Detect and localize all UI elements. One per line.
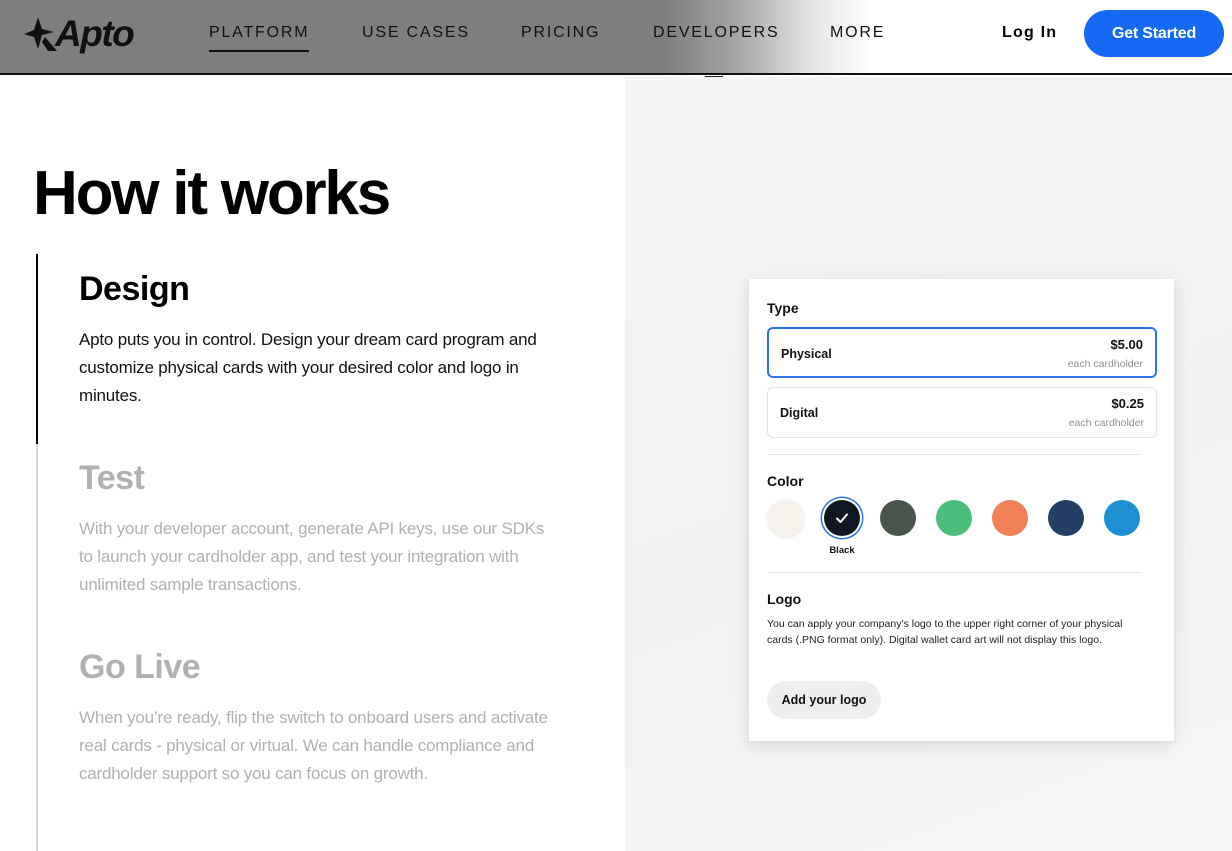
nav-pricing[interactable]: PRICING bbox=[521, 24, 600, 42]
color-swatch-coral[interactable] bbox=[992, 500, 1028, 536]
nav-developers[interactable]: DEVELOPERS bbox=[653, 24, 779, 42]
login-link[interactable]: Log In bbox=[1002, 24, 1057, 42]
color-swatch-dark-green[interactable] bbox=[880, 500, 916, 536]
apto-logo[interactable]: Apto bbox=[24, 12, 135, 56]
type-option-digital[interactable]: Digital $0.25 each cardholder bbox=[767, 387, 1157, 438]
checkmark-icon bbox=[836, 513, 848, 523]
section-divider bbox=[767, 454, 1141, 455]
selected-color-name: Black bbox=[829, 545, 855, 556]
color-swatch-navy[interactable] bbox=[1048, 500, 1084, 536]
type-option-physical[interactable]: Physical $5.00 each cardholder bbox=[767, 327, 1157, 378]
nav-more[interactable]: MORE bbox=[830, 24, 885, 42]
step-test-title[interactable]: Test bbox=[79, 459, 145, 498]
top-nav-bar: Apto PLATFORM USE CASES PRICING DEVELOPE… bbox=[0, 0, 1232, 75]
apto-logo-text: Apto bbox=[55, 13, 135, 54]
step-test-body: With your developer account, generate AP… bbox=[79, 519, 545, 594]
step-go-live-body: When you’re ready, flip the switch to on… bbox=[79, 708, 548, 783]
color-swatch-blue[interactable] bbox=[1104, 500, 1140, 536]
nav-platform[interactable]: PLATFORM bbox=[209, 24, 310, 52]
steps-rail-active-indicator bbox=[36, 254, 38, 444]
logo-description: You can apply your company’s logo to the… bbox=[767, 618, 1123, 646]
option-unit: each cardholder bbox=[1067, 358, 1143, 370]
color-swatch-green[interactable] bbox=[936, 500, 972, 536]
option-price: $0.25 bbox=[1111, 396, 1144, 411]
apto-logo-icon bbox=[24, 17, 57, 51]
card-config-preview: Type Physical $5.00 each cardholder Digi… bbox=[749, 279, 1174, 741]
type-label: Type bbox=[767, 300, 799, 316]
color-label: Color bbox=[767, 473, 804, 489]
section-heading: How it works bbox=[33, 159, 391, 228]
step-go-live-title[interactable]: Go Live bbox=[79, 648, 201, 687]
step-design-title[interactable]: Design bbox=[79, 270, 190, 309]
option-name: Digital bbox=[780, 406, 819, 420]
color-swatch-cream[interactable] bbox=[768, 500, 804, 536]
option-unit: each cardholder bbox=[1068, 417, 1144, 429]
option-name: Physical bbox=[781, 347, 832, 361]
nav-use-cases[interactable]: USE CASES bbox=[362, 24, 470, 42]
color-swatch-black[interactable] bbox=[824, 500, 860, 536]
logo-label: Logo bbox=[767, 591, 802, 607]
get-started-button[interactable]: Get Started bbox=[1084, 10, 1224, 57]
add-logo-button[interactable]: Add your logo bbox=[767, 681, 881, 719]
option-price: $5.00 bbox=[1110, 337, 1143, 352]
step-design-body: Apto puts you in control. Design your dr… bbox=[79, 330, 537, 405]
section-divider bbox=[767, 572, 1141, 573]
